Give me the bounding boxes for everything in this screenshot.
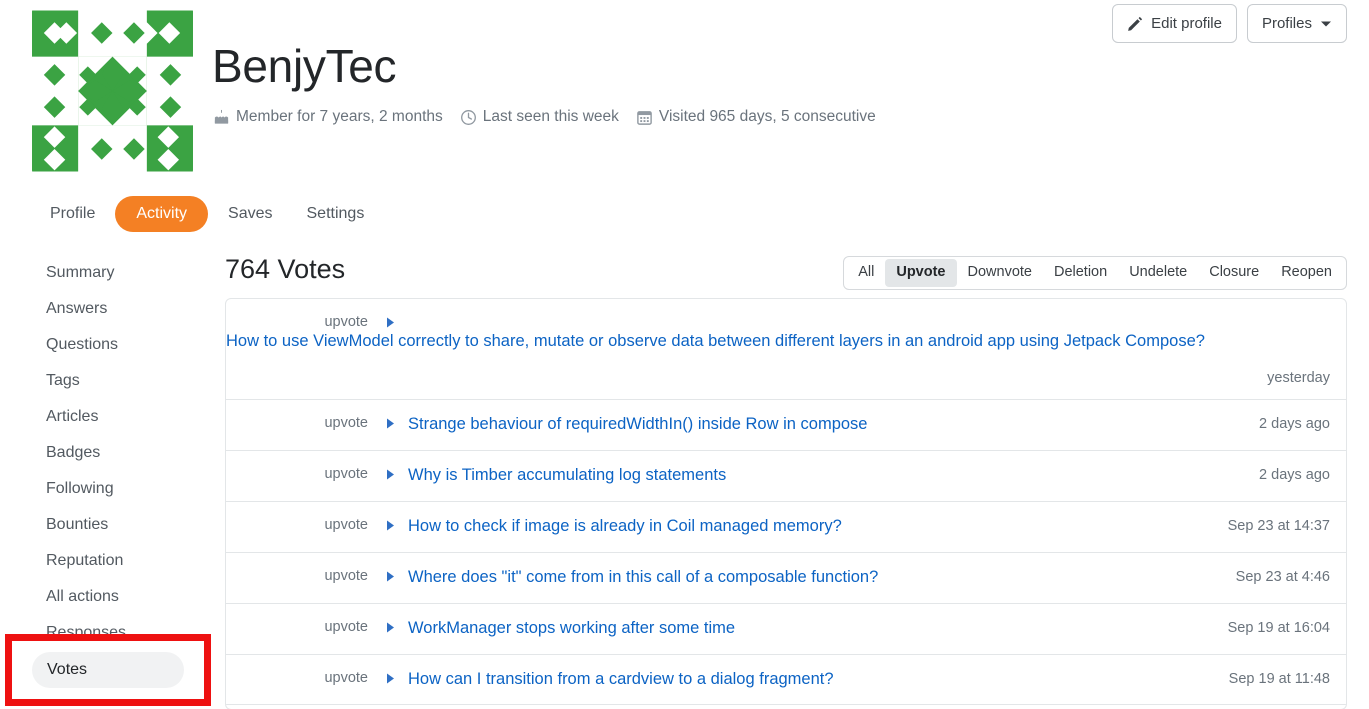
vote-post-link[interactable]: How to check if image is already in Coil…	[408, 515, 1228, 539]
page-title: BenjyTec	[212, 40, 397, 92]
vote-type: upvote	[324, 567, 368, 584]
sidebar-item-votes-label: Votes	[47, 661, 88, 678]
vote-type: upvote	[324, 516, 368, 533]
meta-visited: Visited 965 days, 5 consecutive	[636, 108, 876, 126]
filter-upvote[interactable]: Upvote	[885, 259, 957, 287]
table-row: upvote Why is Timber accumulating log st…	[226, 451, 1346, 502]
calendar-icon	[636, 109, 653, 126]
vote-type: upvote	[324, 414, 368, 431]
meta-visited-label: Visited 965 days, 5 consecutive	[658, 108, 876, 125]
pencil-icon	[1127, 16, 1143, 32]
sidebar-item-bounties[interactable]: Bounties	[30, 507, 210, 543]
sidebar-item-answers[interactable]: Answers	[30, 291, 210, 327]
caret-right-icon	[386, 413, 408, 429]
vote-post-link[interactable]: Where does "it" come from in this call o…	[408, 566, 1236, 590]
avatar	[32, 6, 193, 176]
filter-all[interactable]: All	[847, 259, 885, 286]
vote-date: 2 days ago	[1259, 466, 1330, 483]
caret-right-icon	[386, 464, 408, 480]
sidebar-item-questions[interactable]: Questions	[30, 327, 210, 363]
profiles-button[interactable]: Profiles	[1246, 4, 1347, 43]
filter-deletion[interactable]: Deletion	[1043, 259, 1118, 286]
vote-date: Sep 19 at 11:48	[1228, 670, 1330, 687]
caret-right-icon	[386, 668, 408, 684]
vote-date: Sep 23 at 14:37	[1227, 517, 1330, 534]
caret-right-icon	[386, 515, 408, 531]
table-row: upvote Strange behaviour of requiredWidt…	[226, 400, 1346, 451]
vote-post-link[interactable]: Strange behaviour of requiredWidthIn() i…	[408, 413, 1259, 437]
profile-tabs: Profile Activity Saves Settings	[36, 196, 378, 232]
tab-settings[interactable]: Settings	[293, 198, 379, 230]
filter-closure[interactable]: Closure	[1198, 259, 1270, 286]
tab-saves[interactable]: Saves	[214, 198, 286, 230]
sidebar-item-articles[interactable]: Articles	[30, 399, 210, 435]
sidebar-item-following[interactable]: Following	[30, 471, 210, 507]
filter-undelete[interactable]: Undelete	[1118, 259, 1198, 286]
sidebar-item-badges[interactable]: Badges	[30, 435, 210, 471]
vote-date: 2 days ago	[1259, 415, 1330, 432]
table-row: upvote How can I transition from a cardv…	[226, 655, 1346, 706]
vote-date: yesterday	[1267, 369, 1330, 386]
sidebar-item-all-actions[interactable]: All actions	[30, 579, 210, 615]
top-actions: Edit profile Profiles	[1112, 4, 1347, 43]
vote-type: upvote	[324, 465, 368, 482]
user-profile-page: Edit profile Profiles BenjyTec Member fo…	[0, 0, 1369, 709]
vote-post-link[interactable]: Why is Timber accumulating log statement…	[408, 464, 1259, 488]
caret-right-icon	[386, 566, 408, 582]
table-row: upvote How to check if image is already …	[226, 502, 1346, 553]
sidebar-item-summary[interactable]: Summary	[30, 255, 210, 291]
caret-right-icon	[386, 617, 408, 633]
activity-sidebar: Summary Answers Questions Tags Articles …	[30, 255, 210, 651]
cake-icon	[213, 109, 230, 126]
meta-last-seen-label: Last seen this week	[482, 108, 619, 125]
filter-reopen[interactable]: Reopen	[1270, 259, 1343, 286]
sidebar-item-reputation[interactable]: Reputation	[30, 543, 210, 579]
content-header: 764 Votes All Upvote Downvote Deletion U…	[225, 252, 1347, 292]
vote-type: upvote	[324, 314, 368, 330]
vote-type: upvote	[324, 669, 368, 686]
table-row: upvote How to use ViewModel correctly to…	[226, 299, 1346, 400]
table-row: upvote Jetpack Compose and Constraint La…	[226, 705, 1346, 709]
edit-profile-button[interactable]: Edit profile	[1112, 4, 1237, 43]
meta-member-for: Member for 7 years, 2 months	[213, 108, 443, 126]
profile-meta: Member for 7 years, 2 months Last seen t…	[213, 108, 886, 126]
chevron-down-icon	[1320, 20, 1332, 28]
votes-heading: 764 Votes	[225, 254, 346, 284]
identicon-avatar	[32, 6, 193, 176]
votes-list: upvote How to use ViewModel correctly to…	[225, 298, 1347, 709]
edit-profile-label: Edit profile	[1151, 15, 1222, 32]
vote-type: upvote	[324, 618, 368, 635]
table-row: upvote Where does "it" come from in this…	[226, 553, 1346, 604]
filter-downvote[interactable]: Downvote	[957, 259, 1043, 286]
tab-activity[interactable]: Activity	[115, 196, 209, 232]
vote-date: Sep 19 at 16:04	[1227, 619, 1330, 636]
meta-last-seen: Last seen this week	[460, 108, 619, 126]
table-row: upvote WorkManager stops working after s…	[226, 604, 1346, 655]
meta-member-for-label: Member for 7 years, 2 months	[236, 108, 443, 125]
vote-type-filters: All Upvote Downvote Deletion Undelete Cl…	[843, 256, 1347, 290]
caret-right-icon	[386, 312, 408, 328]
vote-post-link[interactable]: WorkManager stops working after some tim…	[408, 617, 1228, 641]
vote-date: Sep 23 at 4:46	[1235, 568, 1330, 585]
profiles-label: Profiles	[1261, 15, 1312, 32]
clock-icon	[460, 109, 477, 126]
vote-post-link[interactable]: How to use ViewModel correctly to share,…	[226, 330, 1330, 354]
sidebar-item-votes[interactable]: Votes	[32, 652, 184, 688]
tab-profile[interactable]: Profile	[36, 198, 109, 230]
vote-post-link[interactable]: How can I transition from a cardview to …	[408, 668, 1229, 692]
sidebar-item-tags[interactable]: Tags	[30, 363, 210, 399]
